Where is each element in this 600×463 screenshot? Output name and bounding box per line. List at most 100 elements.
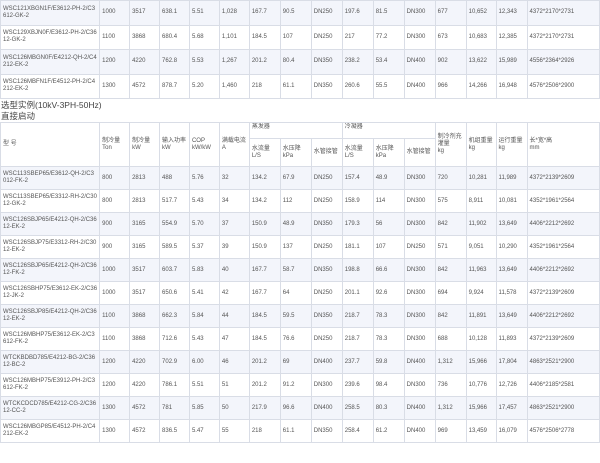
- cell-evap-drop: 61.1: [279, 73, 312, 99]
- cell-cond-drop: 55.5: [372, 73, 405, 99]
- table-row: WSC126SBJP75/E3312-RH-2/C3012-EK-2 900 316…: [0, 235, 600, 259]
- cell-evap-pipe: DN300: [310, 373, 343, 397]
- cell-cond-drop: 59.8: [372, 350, 405, 374]
- cell-cond-drop: 56: [372, 212, 405, 236]
- cell-cond-pipe: DN300: [403, 212, 436, 236]
- cell-cond-pipe: DN400: [403, 350, 436, 374]
- cell-charge: 720: [434, 166, 467, 190]
- cell-cop: 5.76: [188, 166, 220, 190]
- cell-model: WSC126SBJP75/E3312-RH-2/C3012-EK-2: [0, 235, 101, 259]
- header-unit-weight: 机组重量 kg: [465, 122, 497, 167]
- cell-oper-weight: 10,081: [495, 189, 528, 213]
- cell-evap-pipe: DN250: [310, 189, 343, 213]
- cell-evap-drop: 96.6: [279, 396, 312, 420]
- cell-cond-flow: 198.8: [341, 258, 374, 282]
- table-row: WSC129XBJN0F/E3612-PH-2/C3612-GK-2 1100 38…: [0, 24, 600, 50]
- cell-rla: 46: [218, 350, 250, 374]
- cell-evap-drop: 59.5: [279, 304, 312, 328]
- cell-input: 488: [159, 166, 190, 190]
- cell-cond-flow: 179.3: [341, 212, 374, 236]
- cell-evap-flow: 134.2: [248, 166, 281, 190]
- cell-cop: 5.20: [188, 73, 220, 99]
- cell-ton: 900: [99, 235, 131, 259]
- cell-kw: 4572: [129, 419, 161, 443]
- cell-cop: 5.84: [188, 304, 220, 328]
- cell-ton: 900: [99, 212, 131, 236]
- cell-charge: 673: [434, 24, 467, 50]
- cell-input: 589.5: [159, 235, 190, 259]
- cell-model: WSC113SBEP65/E3612-QH-2/C3012-FK-2: [0, 166, 101, 190]
- cell-ton: 1300: [99, 73, 131, 99]
- cell-model: WSC126MBFN1F/E4512-PH-2/C4212-EK-2: [0, 73, 101, 99]
- cell-evap-pipe: DN350: [310, 304, 343, 328]
- cell-cond-drop: 78.3: [372, 304, 405, 328]
- cell-rla: 1,028: [218, 0, 250, 26]
- cell-ton: 1300: [99, 396, 131, 420]
- cell-cond-flow: 218.7: [341, 304, 374, 328]
- cell-cond-flow: 218.7: [341, 327, 374, 351]
- cell-cond-flow: 258.5: [341, 396, 374, 420]
- cell-model: WSC126MBHP75/E3912-PH-2/C3612-FK-2: [0, 373, 101, 397]
- cell-oper-weight: 12,726: [495, 373, 528, 397]
- cell-evap-flow: 167.7: [248, 281, 281, 305]
- cell-dims: 4576*2506*2778: [526, 419, 600, 443]
- table-row: WSC126MBFN1F/E4512-PH-2/C4212-EK-2 1300 45…: [0, 73, 600, 99]
- cell-rla: 1,101: [218, 24, 250, 50]
- cell-charge: 694: [434, 281, 467, 305]
- cell-evap-pipe: DN350: [310, 73, 343, 99]
- cell-unit-weight: 13,622: [465, 49, 497, 75]
- cell-kw: 3868: [129, 304, 161, 328]
- cell-ton: 1100: [99, 327, 131, 351]
- cell-charge: 677: [434, 0, 467, 26]
- cell-unit-weight: 10,128: [465, 327, 497, 351]
- cell-charge: 575: [434, 189, 467, 213]
- cell-evap-drop: 58.7: [279, 258, 312, 282]
- header-condenser: 冷凝器: [341, 122, 436, 139]
- header-evap-flow: 水流量L/S: [248, 138, 281, 167]
- cell-cond-drop: 81.5: [372, 0, 405, 26]
- cell-cond-pipe: DN400: [403, 396, 436, 420]
- cell-rla: 34: [218, 189, 250, 213]
- cell-kw: 3517: [129, 0, 161, 26]
- top-spec-table: WSC121XBGN1F/E3612-PH-2/C3612-GK-2 1000 35…: [0, 0, 600, 99]
- cell-unit-weight: 11,963: [465, 258, 497, 282]
- header-rla: 满载电流 A: [218, 122, 250, 167]
- table-row: WSC113SBEP65/E3312-RH-2/C3012-GK-2 800 281…: [0, 189, 600, 213]
- cell-evap-flow: 201.2: [248, 49, 281, 75]
- cell-evap-drop: 107: [279, 24, 312, 50]
- header-oper-weight: 运行重量 kg: [495, 122, 528, 167]
- cell-evap-drop: 64: [279, 281, 312, 305]
- cell-cond-flow: 258.4: [341, 419, 374, 443]
- header-evap-pipe: 水管接管: [310, 138, 343, 167]
- cell-model: WSC129XBJN0F/E3612-PH-2/C3612-GK-2: [0, 24, 101, 50]
- cell-cop: 5.83: [188, 258, 220, 282]
- cell-cop: 5.51: [188, 0, 220, 26]
- cell-cond-flow: 238.2: [341, 49, 374, 75]
- cell-unit-weight: 14,266: [465, 73, 497, 99]
- cell-kw: 4220: [129, 350, 161, 374]
- cell-evap-drop: 112: [279, 189, 312, 213]
- cell-kw: 4220: [129, 373, 161, 397]
- cell-cop: 5.85: [188, 396, 220, 420]
- cell-evap-drop: 90.5: [279, 0, 312, 26]
- cell-model: WSC126SBJP85/E4212-QH-2/C3612-EK-2: [0, 304, 101, 328]
- cell-evap-pipe: DN350: [310, 419, 343, 443]
- cell-dims: 4406*2212*2692: [526, 304, 600, 328]
- cell-kw: 4572: [129, 396, 161, 420]
- cell-dims: 4372*2139*2609: [526, 327, 600, 351]
- table-row: WSC126MBHP75/E3612-EK-2/C3612-FK-2 1100 38…: [0, 327, 600, 351]
- cell-charge: 842: [434, 258, 467, 282]
- cell-kw: 2813: [129, 166, 161, 190]
- cell-model: WSC126SBJP65/E4212-QH-2/C3612-EK-2: [0, 212, 101, 236]
- table-row: WSC126MBHP75/E3912-PH-2/C3612-FK-2 1200 42…: [0, 373, 600, 397]
- cell-evap-flow: 134.2: [248, 189, 281, 213]
- cell-cond-drop: 114: [372, 189, 405, 213]
- cell-unit-weight: 13,459: [465, 419, 497, 443]
- cell-evap-drop: 61.1: [279, 419, 312, 443]
- cell-kw: 3868: [129, 24, 161, 50]
- header-input-power: 输入功率 kW: [159, 122, 190, 167]
- cell-dims: 4863*2521*2900: [526, 396, 600, 420]
- cell-input: 781: [159, 396, 190, 420]
- cell-cond-pipe: DN400: [403, 49, 436, 75]
- cell-cond-flow: 197.6: [341, 0, 374, 26]
